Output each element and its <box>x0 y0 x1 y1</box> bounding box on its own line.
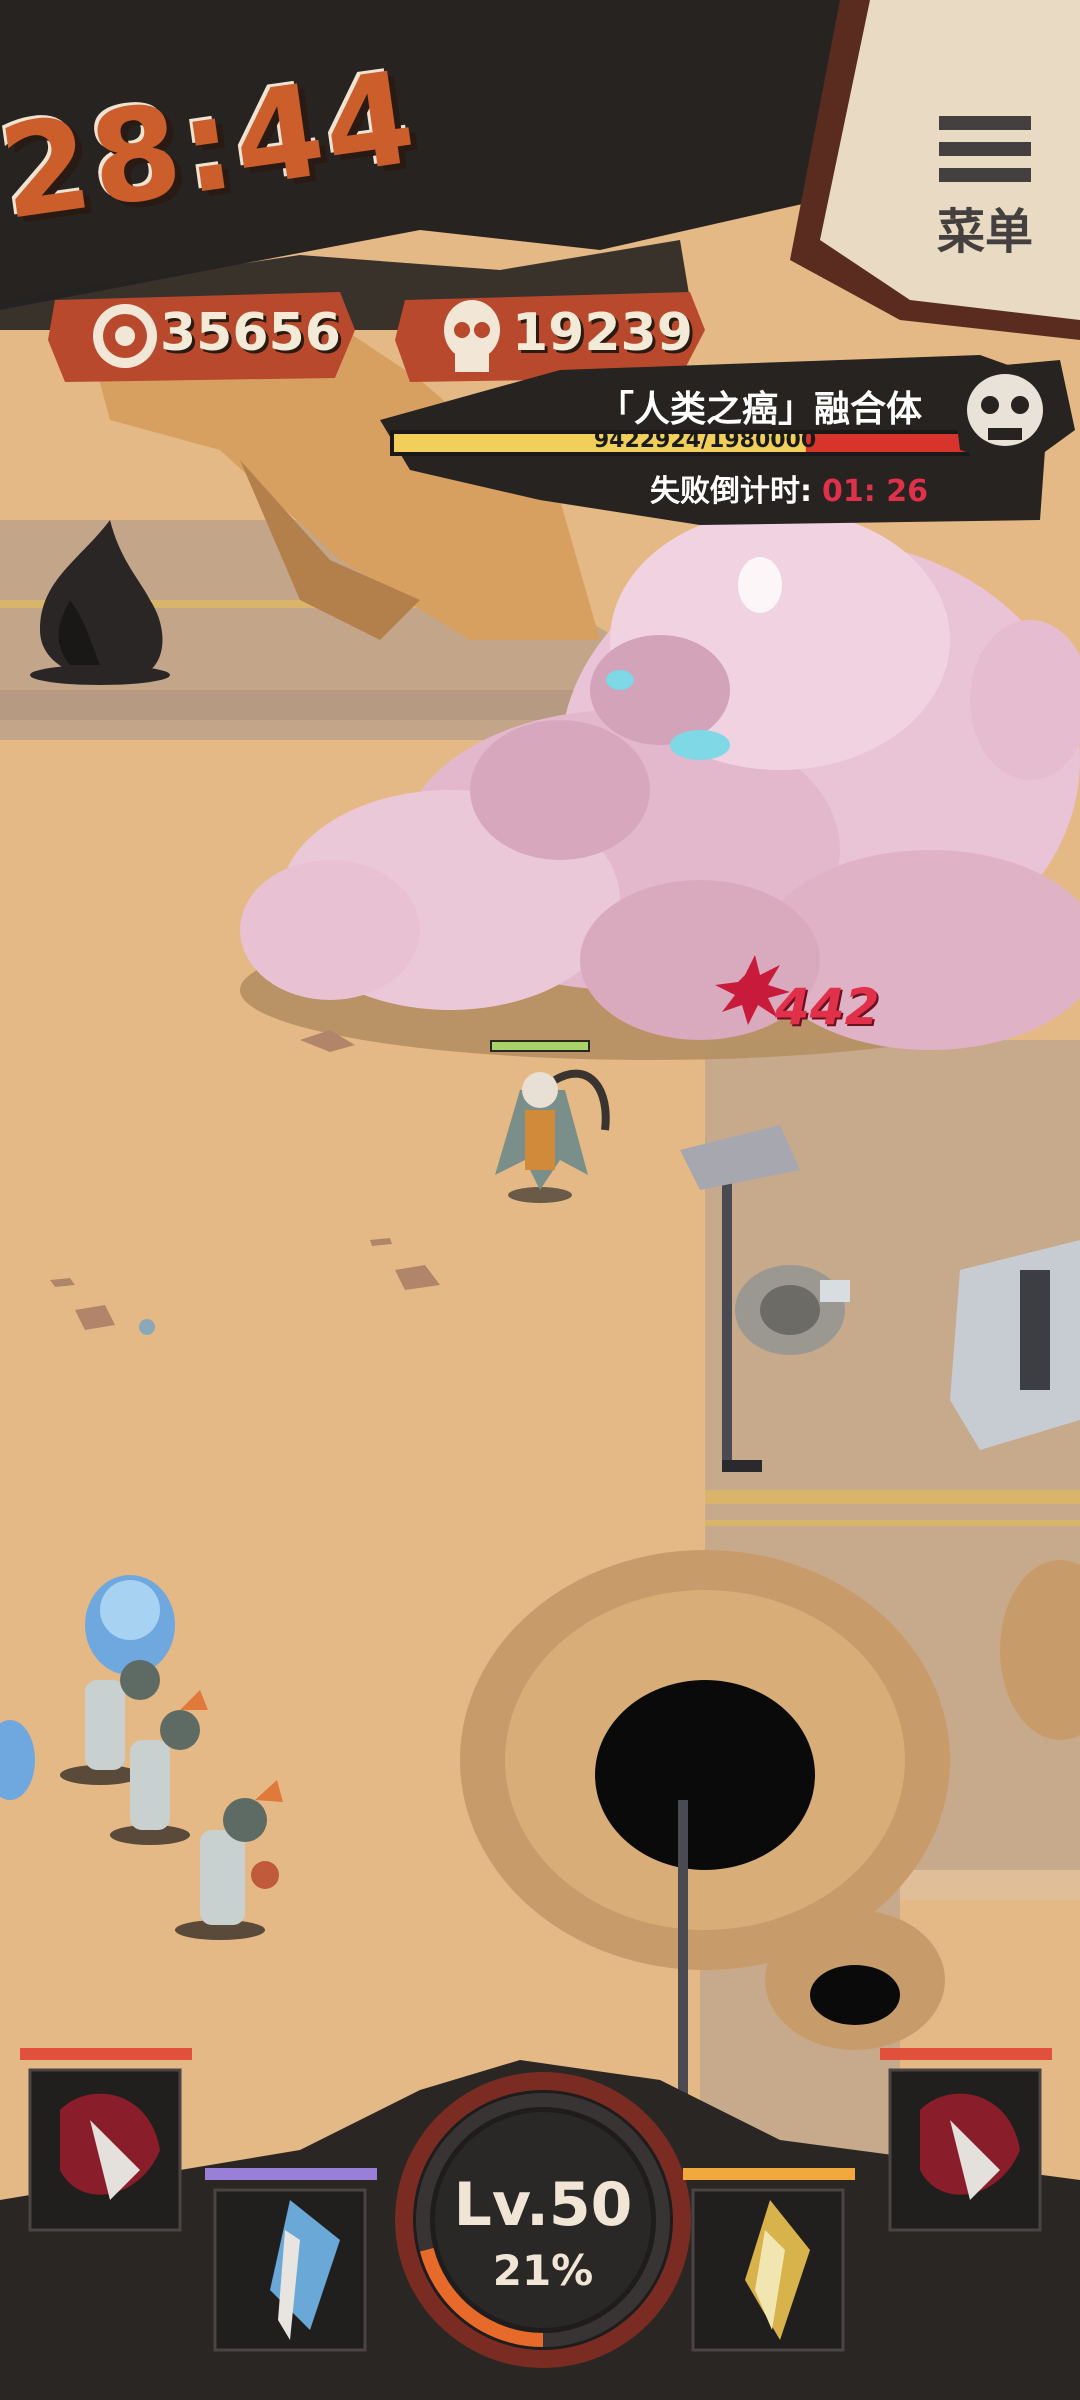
player-level: Lv.50 <box>453 2170 633 2240</box>
skill-bar <box>0 2048 1080 2400</box>
skill-slot-2 <box>205 2168 377 2352</box>
skill-slot-3 <box>683 2168 855 2352</box>
xp-percent: 21% <box>492 2246 594 2295</box>
skill-slot-4 <box>880 2048 1052 2232</box>
skill-slot-1 <box>20 2048 192 2232</box>
